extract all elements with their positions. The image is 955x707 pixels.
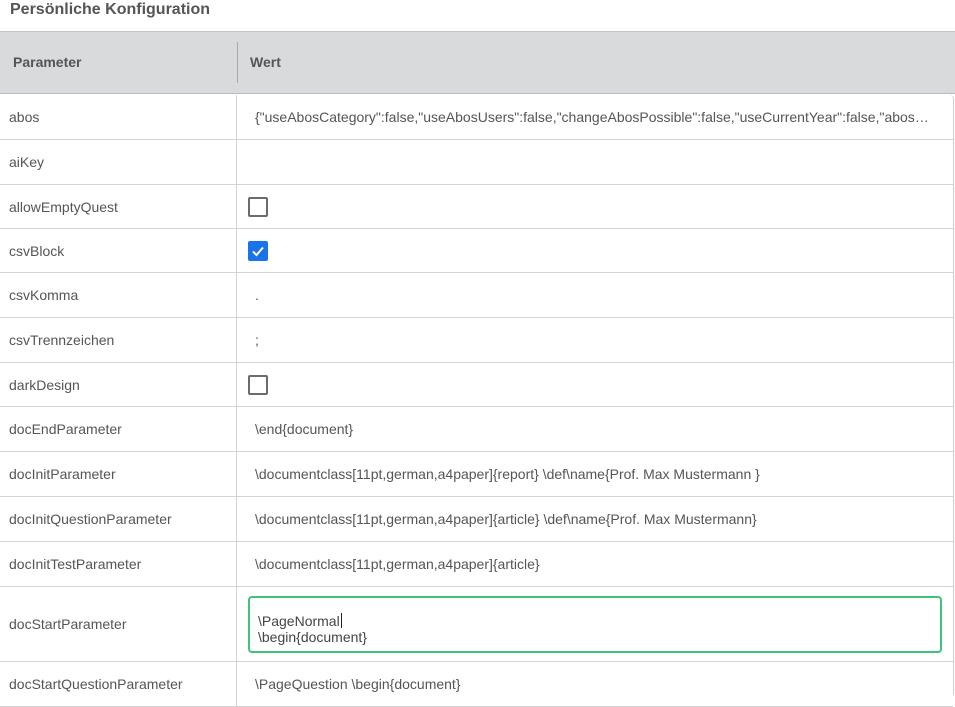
column-header-value[interactable]: Wert (250, 32, 281, 93)
cell-divider (236, 452, 237, 496)
value-field-docinittestparameter[interactable]: \documentclass[11pt,german,a4paper]{arti… (255, 542, 935, 586)
table-row: darkDesign (0, 363, 953, 407)
cell-divider (236, 95, 237, 139)
table-header: Parameter Wert (0, 31, 955, 94)
table-row: allowEmptyQuest (0, 185, 953, 229)
cell-divider (236, 497, 237, 541)
param-name: docInitQuestionParameter (9, 511, 172, 527)
checkbox-csvblock[interactable] (248, 241, 268, 261)
param-name: csvKomma (9, 287, 79, 303)
checkmark-icon (252, 246, 264, 257)
param-name: docStartQuestionParameter (9, 676, 183, 692)
table-row: docInitQuestionParameter \documentclass[… (0, 497, 953, 542)
param-name: docEndParameter (9, 421, 122, 437)
table-row: docStartParameter \PageNormal \begin{doc… (0, 587, 953, 662)
checkbox-darkdesign[interactable] (248, 375, 268, 395)
cell-divider (236, 185, 237, 228)
table-row: csvKomma . (0, 273, 953, 318)
config-table: abos {"useAbosCategory":false,"useAbosUs… (0, 95, 954, 707)
param-name: docInitTestParameter (9, 556, 142, 572)
textarea-line: \begin{document} (258, 629, 367, 645)
page-title: Persönliche Konfiguration (10, 1, 211, 18)
value-field-abos[interactable]: {"useAbosCategory":false,"useAbosUsers":… (255, 95, 935, 139)
param-name: abos (9, 109, 40, 125)
param-name: csvTrennzeichen (9, 332, 115, 348)
table-row: docEndParameter \end{document} (0, 407, 953, 452)
table-row: docStartQuestionParameter \PageQuestion … (0, 662, 953, 707)
cell-divider (236, 363, 237, 406)
value-field-docstartquestionparameter[interactable]: \PageQuestion \begin{document} (255, 662, 935, 706)
cell-divider (236, 662, 237, 706)
value-field-csvkomma[interactable]: . (255, 273, 935, 317)
column-header-parameter[interactable]: Parameter (13, 32, 82, 93)
param-name: darkDesign (9, 376, 80, 393)
table-row: docInitParameter \documentclass[11pt,ger… (0, 452, 953, 497)
param-name: docInitParameter (9, 466, 116, 482)
cell-divider (236, 140, 237, 184)
param-name: aiKey (9, 154, 45, 170)
table-row: csvBlock (0, 229, 953, 273)
textarea-docstartparameter[interactable]: \PageNormal \begin{document} (248, 596, 942, 653)
value-field-docinitquestionparameter[interactable]: \documentclass[11pt,german,a4paper]{arti… (255, 497, 935, 541)
table-row: aiKey (0, 140, 953, 185)
cell-divider (236, 318, 237, 362)
cell-divider (236, 542, 237, 586)
value-field-csvtrennzeichen[interactable]: ; (255, 318, 935, 362)
text-caret (340, 613, 342, 628)
cell-divider (236, 587, 237, 661)
value-field-docinitparameter[interactable]: \documentclass[11pt,german,a4paper]{repo… (255, 452, 935, 496)
value-field-aikey[interactable] (255, 140, 935, 184)
cell-divider (236, 273, 237, 317)
table-row: docInitTestParameter \documentclass[11pt… (0, 542, 953, 587)
column-resize-handle[interactable] (237, 42, 238, 83)
param-name: csvBlock (9, 242, 65, 259)
textarea-line: \PageNormal (258, 613, 342, 629)
table-row: csvTrennzeichen ; (0, 318, 953, 363)
param-name: docStartParameter (9, 616, 127, 632)
table-row: abos {"useAbosCategory":false,"useAbosUs… (0, 95, 953, 140)
cell-divider (236, 229, 237, 272)
cell-divider (236, 407, 237, 451)
checkbox-allowemptyquest[interactable] (248, 197, 268, 217)
value-field-docendparameter[interactable]: \end{document} (255, 407, 935, 451)
param-name: allowEmptyQuest (9, 198, 118, 215)
